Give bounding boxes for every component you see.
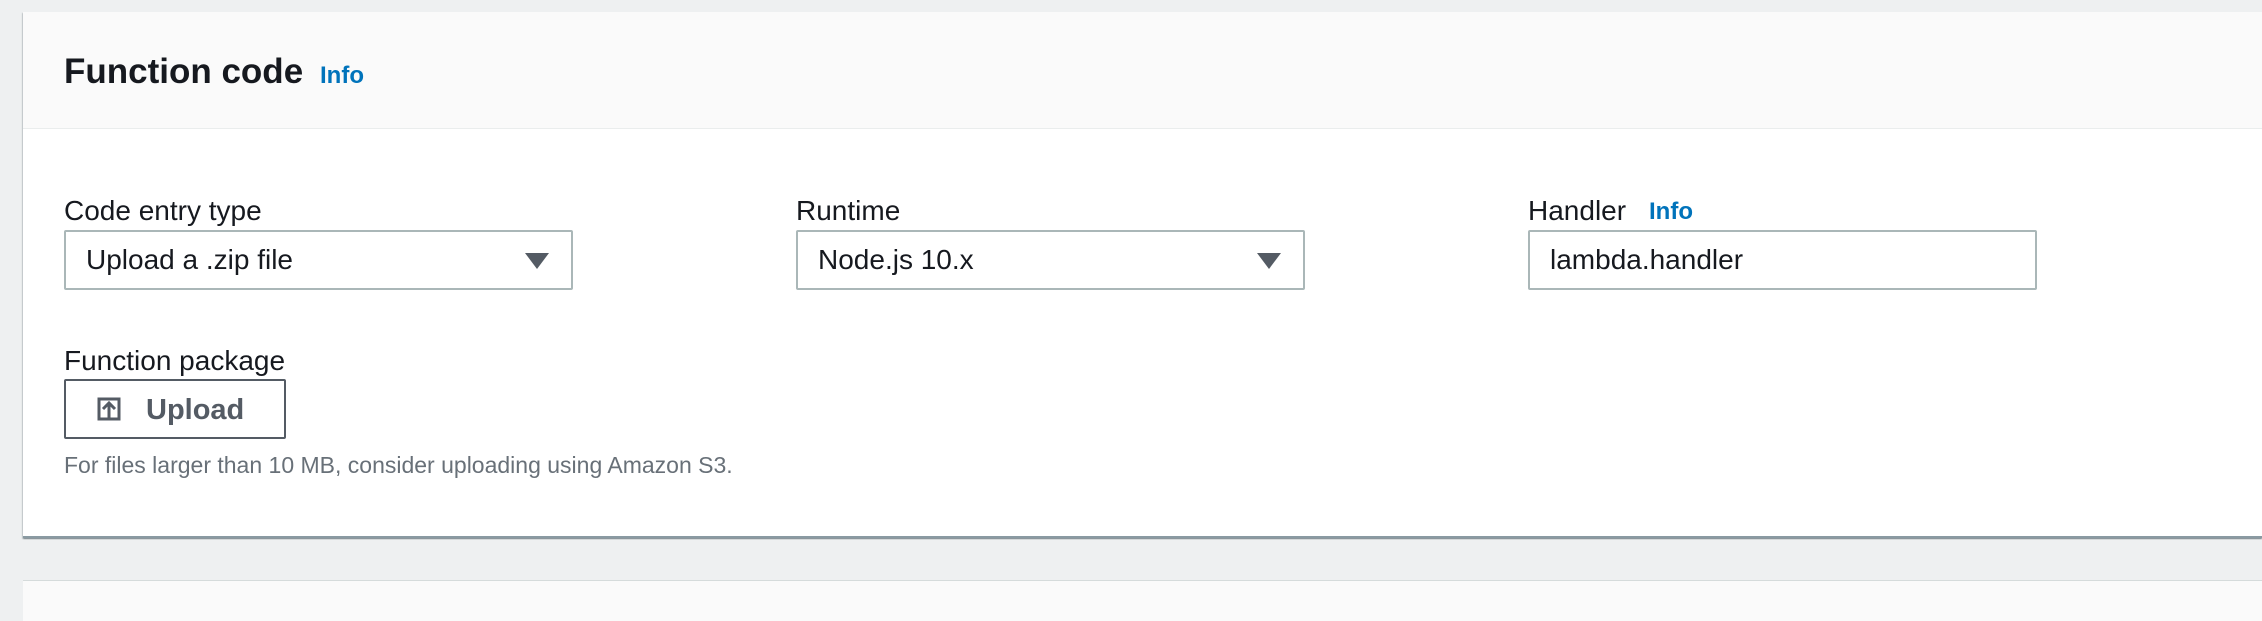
code-entry-type-label: Code entry type <box>64 195 262 226</box>
upload-hint-text: For files larger than 10 MB, consider up… <box>64 452 733 478</box>
upload-button-label: Upload <box>146 394 245 426</box>
code-entry-type-select[interactable]: Upload a .zip file <box>64 230 573 290</box>
upload-icon <box>97 397 121 421</box>
handler-info-link[interactable]: Info <box>1649 195 1693 229</box>
runtime-value: Node.js 10.x <box>818 244 974 275</box>
panel-header: Function code Info <box>23 12 2262 129</box>
panel-title: Function code <box>64 52 304 91</box>
function-code-panel: Function code Info Code entry type Uploa… <box>23 12 2262 538</box>
function-package-label: Function package <box>64 345 286 376</box>
function-code-info-link[interactable]: Info <box>320 61 364 91</box>
handler-label: Handler <box>1528 195 1627 226</box>
runtime-label: Runtime <box>796 195 901 226</box>
caret-down-icon <box>525 253 549 269</box>
upload-button[interactable]: Upload <box>64 379 286 439</box>
handler-input[interactable]: lambda.handler <box>1528 230 2037 290</box>
handler-value: lambda.handler <box>1550 244 1744 275</box>
next-panel <box>23 580 2262 621</box>
code-entry-type-value: Upload a .zip file <box>86 244 294 275</box>
runtime-select[interactable]: Node.js 10.x <box>796 230 1305 290</box>
caret-down-icon <box>1257 253 1281 269</box>
